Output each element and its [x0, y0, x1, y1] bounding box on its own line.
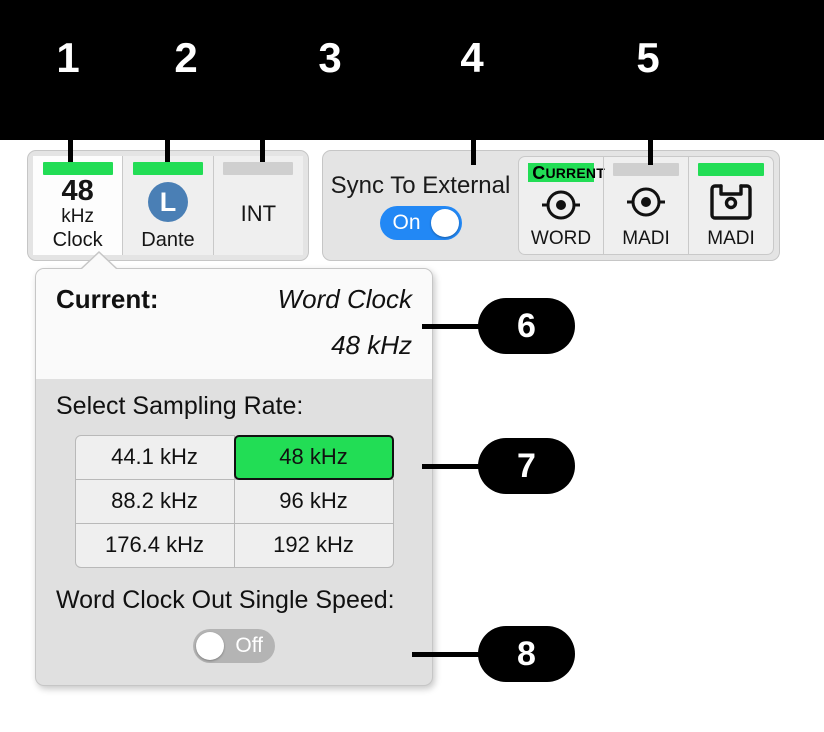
sampling-rate-section: Select Sampling Rate: 44.1 kHz 48 kHz 88… [36, 379, 432, 573]
dante-status-bar [133, 162, 203, 175]
callout-leader-4 [471, 128, 476, 165]
int-cell[interactable]: INT [213, 156, 303, 255]
madi-coax-status-bar [613, 163, 679, 176]
sync-to-external-toggle[interactable]: On [380, 206, 462, 240]
rate-option-88-2[interactable]: 88.2 kHz [75, 479, 235, 524]
dropdown-caret-icon [82, 253, 116, 269]
int-cell-body: INT [214, 175, 303, 252]
int-status-bar [223, 162, 293, 175]
madi-optical-icon-wrap [708, 176, 754, 227]
sync-source-madi-coax[interactable]: MADI [603, 157, 688, 254]
current-badge-rest: URRENT [545, 164, 605, 182]
callout-leader-3 [260, 128, 265, 162]
clock-status-bar [43, 162, 113, 175]
madi-coax-caption: MADI [622, 227, 670, 254]
optical-module-icon [708, 182, 754, 222]
current-source-row: Current: Word Clock [56, 283, 412, 315]
callout-badge-6: 6 [478, 298, 575, 354]
clock-status-group: 48 kHz Clock L Dante INT [27, 150, 309, 261]
sync-to-external-control: Sync To External On [323, 151, 518, 260]
madi-optical-status-bar [698, 163, 764, 176]
callout-leader-8 [412, 652, 482, 657]
callout-badge-8: 8 [478, 626, 575, 682]
callout-leader-1 [68, 128, 73, 162]
sync-source-word[interactable]: CURRENT WORD [519, 157, 603, 254]
current-label: Current: [56, 283, 159, 315]
madi-coax-icon-wrap [624, 176, 668, 227]
rate-option-44-1[interactable]: 44.1 kHz [75, 435, 235, 480]
madi-optical-caption: MADI [707, 227, 755, 254]
callout-number-2: 2 [162, 33, 210, 83]
rate-option-96[interactable]: 96 kHz [234, 479, 394, 524]
current-clock-section: Current: Word Clock 48 kHz [36, 269, 432, 379]
callout-number-3: 3 [306, 33, 354, 83]
word-clock-out-toggle-wrap: Off [56, 623, 412, 663]
callout-leader-7 [422, 464, 482, 469]
callout-band [0, 0, 824, 140]
sync-to-external-group: Sync To External On CURRENT WORD [322, 150, 780, 261]
word-clock-out-toggle-knob [196, 632, 224, 660]
rate-option-48[interactable]: 48 kHz [234, 435, 394, 480]
sync-to-external-toggle-label: On [393, 206, 421, 240]
sync-to-external-toggle-knob [431, 209, 459, 237]
bnc-connector-icon [539, 183, 583, 227]
dante-cell-body: L [123, 175, 212, 228]
sync-source-group: CURRENT WORD [518, 156, 774, 255]
callout-badge-7: 7 [478, 438, 575, 494]
word-clock-out-label: Word Clock Out Single Speed: [56, 585, 412, 615]
word-clock-out-toggle-label: Off [235, 629, 263, 663]
current-badge-cap: C [532, 164, 545, 182]
current-badge: CURRENT [528, 163, 594, 182]
dante-lock-icon: L [148, 182, 188, 222]
callout-leader-2 [165, 128, 170, 162]
clock-cell-body: 48 kHz [33, 175, 122, 228]
rate-option-192[interactable]: 192 kHz [234, 523, 394, 568]
callout-number-4: 4 [448, 33, 496, 83]
rate-option-176-4[interactable]: 176.4 kHz [75, 523, 235, 568]
callout-number-5: 5 [624, 33, 672, 83]
word-clock-out-toggle[interactable]: Off [193, 629, 275, 663]
callout-leader-5 [648, 128, 653, 165]
current-rate-value: 48 kHz [331, 329, 412, 361]
word-icon-wrap [539, 182, 583, 227]
current-rate-row: 48 kHz [56, 329, 412, 361]
clock-cell[interactable]: 48 kHz Clock [33, 156, 122, 255]
clock-rate-unit: kHz [61, 206, 94, 228]
int-label: INT [241, 201, 276, 227]
sync-to-external-label: Sync To External [331, 172, 511, 200]
dante-cell[interactable]: L Dante [122, 156, 212, 255]
current-source-value: Word Clock [278, 283, 412, 315]
clock-rate-value: 48 [62, 177, 94, 206]
sampling-rate-grid: 44.1 kHz 48 kHz 88.2 kHz 96 kHz 176.4 kH… [75, 435, 393, 567]
dante-cell-caption: Dante [141, 228, 194, 255]
sampling-rate-label: Select Sampling Rate: [56, 391, 412, 421]
word-caption: WORD [531, 227, 591, 254]
bnc-connector-icon [624, 180, 668, 224]
word-clock-out-section: Word Clock Out Single Speed: Off [36, 573, 432, 685]
clock-settings-dropdown: Current: Word Clock 48 kHz Select Sampli… [35, 268, 433, 686]
sync-source-madi-optical[interactable]: MADI [688, 157, 773, 254]
callout-leader-6 [422, 324, 482, 329]
callout-number-1: 1 [44, 33, 92, 83]
